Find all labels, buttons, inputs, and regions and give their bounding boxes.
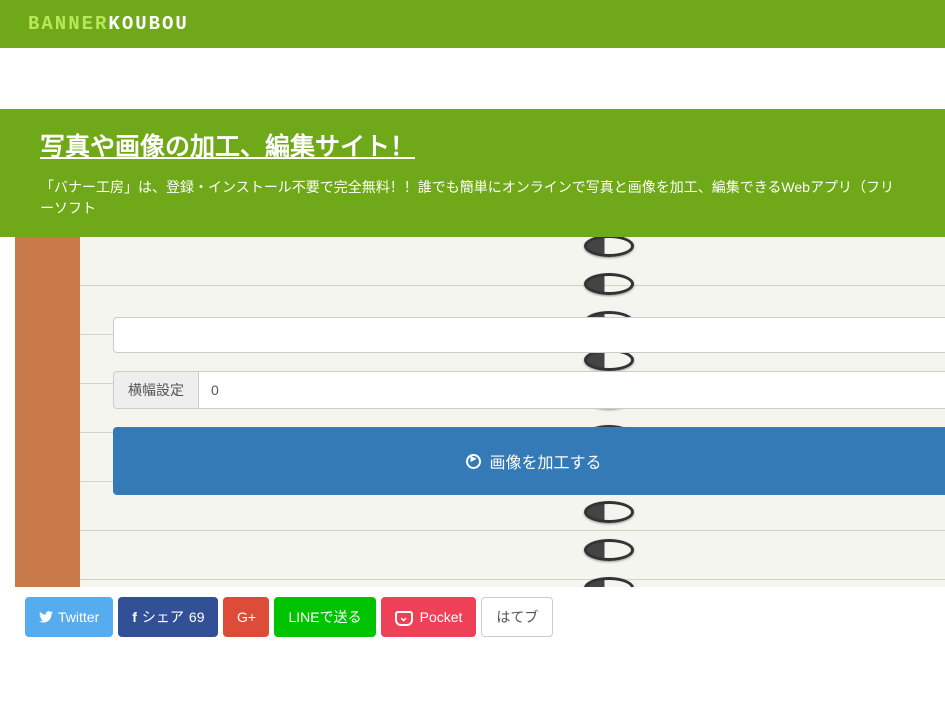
- title-bar: 写真や画像の加工、編集サイト！ 「バナー工房」は、登録・インストール不要で完全無…: [0, 109, 945, 237]
- page-subtitle: 「バナー工房」は、登録・インストール不要で完全無料！！誰でも簡単にオンラインで写…: [40, 177, 905, 219]
- twitter-label: Twitter: [58, 609, 99, 625]
- spiral-binding: [584, 237, 644, 587]
- googleplus-icon: G+: [237, 609, 256, 625]
- hatena-label: はてブ: [496, 607, 538, 627]
- facebook-share-button[interactable]: f シェア 69: [118, 597, 218, 637]
- upload-input[interactable]: [113, 317, 945, 353]
- width-label: 横幅設定: [113, 371, 198, 409]
- logo-part1: BANNER: [28, 13, 108, 35]
- arrow-circle-icon: [466, 454, 481, 469]
- pocket-icon: [395, 608, 415, 626]
- googleplus-share-button[interactable]: G+: [223, 597, 269, 637]
- page-title[interactable]: 写真や画像の加工、編集サイト！: [40, 127, 415, 163]
- ad-spacer: [0, 48, 945, 109]
- logo[interactable]: BANNERKOUBOU: [28, 13, 189, 35]
- facebook-label: シェア: [142, 607, 184, 627]
- hatena-share-button[interactable]: はてブ: [481, 597, 553, 637]
- process-button-label: 画像を加工する: [489, 449, 601, 473]
- line-label: LINEで送る: [288, 607, 361, 627]
- notebook-lines: [80, 237, 945, 587]
- logo-part2: KOUBOU: [108, 13, 188, 35]
- twitter-icon: [39, 611, 53, 623]
- editor-area: 横幅設定 画像を加工する: [15, 237, 945, 587]
- facebook-icon: f: [132, 609, 137, 625]
- pocket-share-button[interactable]: Pocket: [381, 597, 477, 637]
- pocket-label: Pocket: [420, 609, 463, 625]
- header: BANNERKOUBOU: [0, 0, 945, 48]
- width-input[interactable]: [198, 371, 945, 409]
- process-button[interactable]: 画像を加工する: [113, 427, 945, 495]
- bottom-section: [15, 647, 945, 707]
- facebook-count: 69: [189, 609, 205, 625]
- twitter-share-button[interactable]: Twitter: [25, 597, 113, 637]
- share-buttons: Twitter f シェア 69 G+ LINEで送る Pocket はてブ: [15, 587, 945, 647]
- line-share-button[interactable]: LINEで送る: [274, 597, 375, 637]
- width-setting-row: 横幅設定: [113, 371, 945, 409]
- notebook-background: [80, 237, 945, 587]
